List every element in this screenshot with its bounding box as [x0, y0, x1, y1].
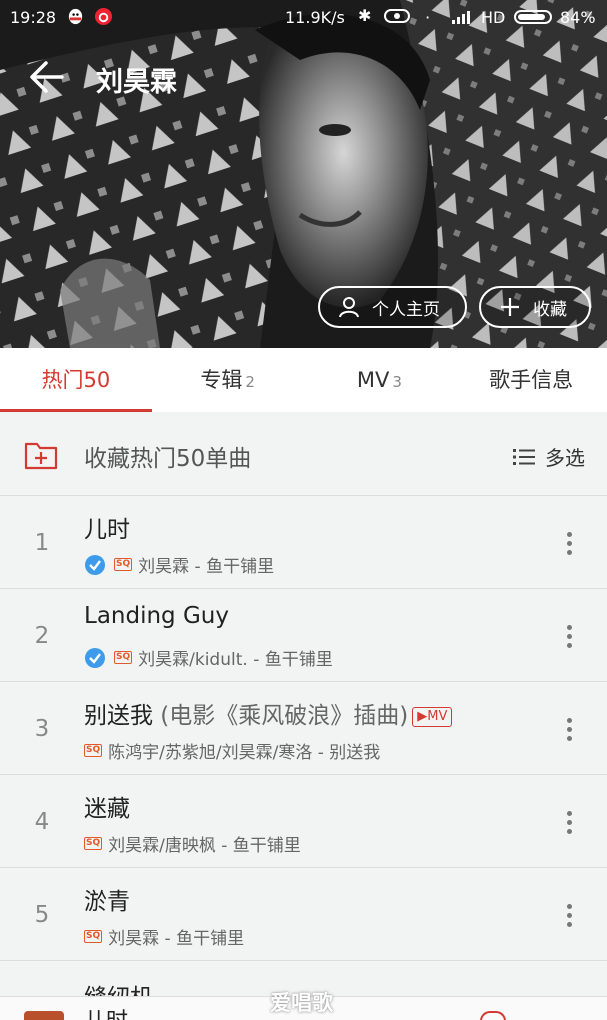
- more-options-icon[interactable]: [567, 718, 573, 742]
- wifi-icon: ⋅: [425, 8, 431, 27]
- network-speed: 11.9K/s: [285, 8, 345, 27]
- netease-icon: [94, 7, 113, 26]
- play-button-icon[interactable]: [480, 1011, 506, 1020]
- song-title-text: 迷藏: [84, 796, 130, 822]
- multi-select-label: 多选: [545, 446, 585, 470]
- eye-icon: [384, 9, 410, 23]
- song-row[interactable]: 3 别送我 (电影《乘风破浪》插曲) ▶MV SQ 陈鸿宇/苏紫旭/刘昊霖/寒洛 …: [0, 682, 607, 775]
- tab-mv[interactable]: MV 3: [304, 348, 456, 412]
- tab-count: 3: [392, 373, 402, 391]
- signal-icon: [452, 11, 470, 24]
- song-title: 淤青: [84, 882, 130, 916]
- verified-icon: [85, 554, 105, 575]
- network-type: HD: [481, 8, 506, 27]
- battery-percent: 84%: [560, 8, 596, 27]
- tab-label: 专辑: [200, 368, 243, 392]
- page-title: 刘昊霖: [96, 67, 177, 98]
- sq-badge: SQ: [114, 651, 133, 664]
- collect-all-label: 收藏热门50单曲: [84, 446, 252, 472]
- tab-albums[interactable]: 专辑 2: [152, 348, 304, 412]
- song-title-text: Landing Guy: [84, 603, 229, 629]
- song-row[interactable]: 2 Landing Guy SQ 刘昊霖/kidult. - 鱼干铺里: [0, 589, 607, 682]
- song-artist-album: 刘昊霖/唐映枫 - 鱼干铺里: [108, 836, 301, 856]
- list-icon: [513, 448, 535, 465]
- sq-badge: SQ: [84, 930, 103, 943]
- tab-hot50[interactable]: 热门50: [0, 348, 152, 412]
- album-cover: [24, 1011, 64, 1020]
- sq-badge: SQ: [84, 837, 103, 850]
- song-title: 儿时: [84, 510, 130, 544]
- song-meta: SQ 刘昊霖 - 鱼干铺里: [84, 924, 244, 949]
- song-artist-album: 刘昊霖/kidult. - 鱼干铺里: [138, 650, 333, 670]
- song-title-text: 淤青: [84, 889, 130, 915]
- more-options-icon[interactable]: [567, 625, 573, 649]
- sq-badge: SQ: [114, 558, 133, 571]
- song-artist-album: 刘昊霖 - 鱼干铺里: [138, 557, 275, 577]
- favorite-button[interactable]: 收藏: [479, 286, 591, 328]
- song-meta: SQ 刘昊霖/kidult. - 鱼干铺里: [84, 645, 333, 670]
- song-number: 1: [34, 530, 50, 556]
- qq-icon: [68, 8, 83, 25]
- plus-icon: [501, 298, 519, 316]
- watermark: 爱唱歌: [270, 991, 333, 1015]
- song-row[interactable]: 4 迷藏 SQ 刘昊霖/唐映枫 - 鱼干铺里: [0, 775, 607, 868]
- song-number: 2: [34, 623, 50, 649]
- tab-bar: 热门50 专辑 2 MV 3 歌手信息: [0, 348, 607, 412]
- more-options-icon[interactable]: [567, 904, 573, 928]
- verified-icon: [85, 647, 105, 668]
- song-title-text: 别送我: [84, 703, 153, 729]
- arrow-left-icon[interactable]: [28, 58, 66, 96]
- player-song-title: 儿时: [84, 1003, 128, 1020]
- more-options-icon[interactable]: [567, 811, 573, 835]
- battery-icon: [514, 10, 552, 24]
- song-title: 迷藏: [84, 789, 130, 823]
- song-meta: SQ 陈鸿宇/苏紫旭/刘昊霖/寒洛 - 别送我: [84, 738, 380, 763]
- tab-artist-info[interactable]: 歌手信息: [455, 348, 607, 412]
- song-row[interactable]: 5 淤青 SQ 刘昊霖 - 鱼干铺里: [0, 868, 607, 961]
- bluetooth-icon: ✱: [358, 6, 372, 25]
- tab-count: 2: [245, 373, 255, 391]
- song-number: 3: [34, 716, 50, 742]
- song-meta: SQ 刘昊霖/唐映枫 - 鱼干铺里: [84, 831, 301, 856]
- song-number: 5: [34, 902, 50, 928]
- mv-badge[interactable]: ▶MV: [412, 707, 453, 727]
- song-artist-album: 陈鸿宇/苏紫旭/刘昊霖/寒洛 - 别送我: [108, 743, 381, 763]
- artist-header-photo: 19:28 11.9K/s ✱ ⋅ HD 84% 刘昊霖 个人主页 收藏: [0, 0, 607, 348]
- tab-label: 热门50: [41, 368, 111, 392]
- multi-select-button[interactable]: 多选: [513, 442, 585, 471]
- profile-button[interactable]: 个人主页: [318, 286, 467, 328]
- sq-badge: SQ: [84, 744, 103, 757]
- folder-add-icon: [24, 442, 58, 470]
- tab-label: 歌手信息: [489, 368, 574, 392]
- more-options-icon[interactable]: [567, 532, 573, 556]
- song-number: 4: [34, 809, 50, 835]
- song-row[interactable]: 1 儿时 SQ 刘昊霖 - 鱼干铺里: [0, 496, 607, 589]
- favorite-button-label: 收藏: [533, 299, 567, 320]
- collect-all-row[interactable]: 收藏热门50单曲 多选: [0, 412, 607, 496]
- song-list: 1 儿时 SQ 刘昊霖 - 鱼干铺里 2 Landing Guy SQ 刘昊霖/…: [0, 496, 607, 961]
- song-meta: SQ 刘昊霖 - 鱼干铺里: [84, 552, 274, 577]
- song-title: Landing Guy: [84, 603, 229, 629]
- status-bar: 19:28 11.9K/s ✱ ⋅ HD 84%: [0, 0, 607, 34]
- tab-label: MV: [356, 368, 390, 392]
- song-artist-album: 刘昊霖 - 鱼干铺里: [108, 929, 245, 949]
- song-title-text: 儿时: [84, 517, 130, 543]
- person-icon: [339, 297, 359, 318]
- song-title: 别送我 (电影《乘风破浪》插曲) ▶MV: [84, 696, 453, 730]
- status-time: 19:28: [10, 8, 57, 27]
- profile-button-label: 个人主页: [372, 299, 440, 320]
- song-subtitle: (电影《乘风破浪》插曲): [153, 703, 409, 729]
